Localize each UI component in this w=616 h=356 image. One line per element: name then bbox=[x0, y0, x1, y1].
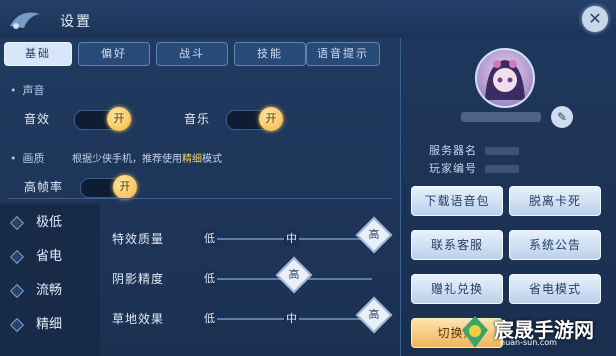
bullet-icon: • bbox=[10, 152, 17, 165]
slider-handle[interactable]: 高 bbox=[355, 216, 393, 254]
title-ornament-icon bbox=[10, 12, 40, 29]
slider-min-label: 低 bbox=[202, 270, 217, 286]
server-name-label: 服务器名 bbox=[429, 144, 477, 157]
preset-label: 精细 bbox=[36, 317, 63, 332]
toggle-knob: 开 bbox=[113, 175, 137, 199]
sound-effect-label: 音效 bbox=[24, 112, 51, 126]
preset-power-saving[interactable]: 省电 bbox=[9, 242, 96, 272]
settings-panel: 基础 偏好 战斗 技能 语音提示 • 声音 音效 开 音乐 开 • 画质 根据少侠手… bbox=[0, 38, 401, 356]
player-id-masked bbox=[485, 165, 519, 173]
diamond-icon bbox=[9, 215, 25, 230]
player-id-label: 玩家编号 bbox=[429, 162, 477, 175]
sound-section-label: 声音 bbox=[22, 84, 45, 97]
quality-note-prefix: 根据少侠手机，推荐使用 bbox=[72, 154, 182, 165]
slider-label: 特效质量 bbox=[112, 232, 165, 246]
quality-note-highlight: 精细 bbox=[182, 154, 202, 165]
quality-section-header: • 画质 bbox=[10, 150, 45, 166]
server-name-row: 服务器名 bbox=[429, 142, 519, 158]
quality-section-label: 画质 bbox=[22, 152, 45, 165]
gift-redeem-button[interactable]: 赠礼兑换 bbox=[411, 274, 503, 304]
slider-label: 阴影精度 bbox=[112, 272, 165, 286]
server-name-masked bbox=[485, 147, 519, 155]
tab-voice-hint[interactable]: 语音提示 bbox=[306, 42, 380, 66]
music-toggle[interactable]: 开 bbox=[226, 107, 283, 131]
high-fps-toggle[interactable]: 开 bbox=[80, 175, 137, 199]
slider-mid-label: 中 bbox=[284, 230, 299, 246]
sound-effect-toggle[interactable]: 开 bbox=[74, 107, 131, 131]
avatar[interactable] bbox=[475, 48, 535, 108]
slider-handle[interactable]: 高 bbox=[275, 256, 313, 294]
tab-preference[interactable]: 偏好 bbox=[78, 42, 150, 66]
player-id-row: 玩家编号 bbox=[429, 160, 519, 176]
toggle-knob: 开 bbox=[107, 107, 131, 131]
edit-name-icon[interactable]: ✎ bbox=[551, 106, 573, 128]
player-name-masked bbox=[461, 112, 541, 122]
tab-combat[interactable]: 战斗 bbox=[156, 42, 228, 66]
divider bbox=[8, 198, 392, 199]
slider-max-label: 高 bbox=[288, 268, 300, 281]
music-label: 音乐 bbox=[184, 112, 211, 126]
preset-smooth[interactable]: 流畅 bbox=[9, 276, 96, 306]
avatar-portrait-icon bbox=[485, 60, 525, 100]
sound-section-header: • 声音 bbox=[10, 82, 45, 98]
tab-basic[interactable]: 基础 bbox=[4, 42, 72, 66]
diamond-icon bbox=[9, 317, 25, 332]
shadow-precision-slider[interactable]: 阴影精度 低 高 bbox=[112, 256, 392, 294]
preset-fine[interactable]: 精细 bbox=[9, 310, 96, 340]
download-voice-button[interactable]: 下载语音包 bbox=[411, 186, 503, 216]
preset-very-low[interactable]: 极低 bbox=[9, 208, 96, 238]
title-bar: 设置 ✕ bbox=[0, 0, 616, 39]
slider-min-label: 低 bbox=[202, 230, 217, 246]
profile-panel: ✎ 服务器名 玩家编号 下载语音包 脱离卡死 联系客服 系统公告 赠礼兑换 省电… bbox=[401, 38, 616, 356]
close-icon: ✕ bbox=[588, 9, 602, 28]
slider-handle[interactable]: 高 bbox=[355, 296, 393, 334]
tab-skill[interactable]: 技能 bbox=[234, 42, 306, 66]
power-saving-button[interactable]: 省电模式 bbox=[509, 274, 601, 304]
close-button[interactable]: ✕ bbox=[582, 6, 608, 32]
grass-effect-slider[interactable]: 草地效果 低 中 高 bbox=[112, 296, 393, 334]
slider-label: 草地效果 bbox=[112, 312, 165, 326]
site-watermark: 宸晟手游网 huan-sun.com bbox=[460, 312, 610, 352]
slider-min-label: 低 bbox=[202, 310, 217, 326]
preset-label: 极低 bbox=[36, 215, 63, 230]
diamond-icon bbox=[9, 283, 25, 298]
slider-max-label: 高 bbox=[368, 228, 380, 241]
quality-note-suffix: 模式 bbox=[202, 154, 222, 165]
slider-mid-label: 中 bbox=[284, 310, 299, 326]
effect-quality-slider[interactable]: 特效质量 低 中 高 bbox=[112, 216, 393, 254]
high-fps-label: 高帧率 bbox=[24, 180, 64, 194]
unstuck-button[interactable]: 脱离卡死 bbox=[509, 186, 601, 216]
announcement-button[interactable]: 系统公告 bbox=[509, 230, 601, 260]
quality-preset-list: 极低 省电 流畅 精细 bbox=[0, 204, 100, 356]
quality-recommendation: 根据少侠手机，推荐使用精细模式 bbox=[72, 150, 222, 165]
watermark-subtext: huan-sun.com bbox=[500, 338, 557, 347]
slider-max-label: 高 bbox=[368, 308, 380, 321]
toggle-knob: 开 bbox=[259, 107, 283, 131]
window-title: 设置 bbox=[60, 14, 92, 30]
contact-service-button[interactable]: 联系客服 bbox=[411, 230, 503, 260]
watermark-logo-icon bbox=[462, 316, 488, 348]
preset-label: 流畅 bbox=[36, 283, 63, 298]
diamond-icon bbox=[9, 249, 25, 264]
bullet-icon: • bbox=[10, 84, 17, 97]
preset-label: 省电 bbox=[36, 249, 63, 264]
